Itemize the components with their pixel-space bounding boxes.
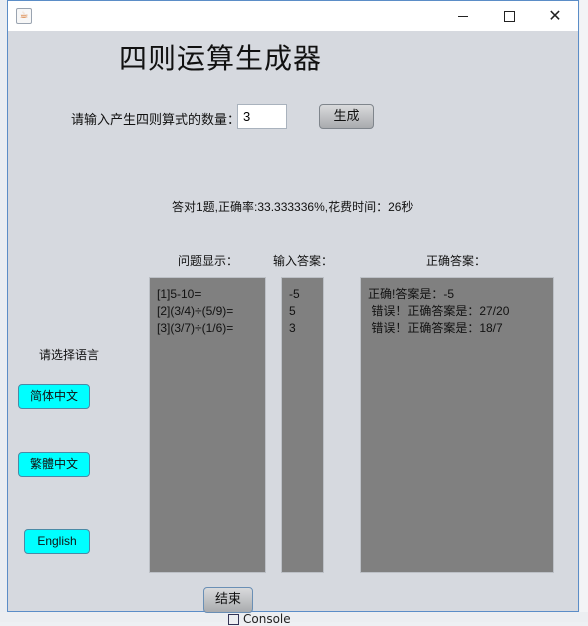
questions-label: 问题显示： — [178, 254, 239, 268]
java-cup-icon: ☕ — [16, 8, 32, 24]
correct-item: 错误！正确答案是：27/20 — [368, 304, 510, 318]
maximize-button[interactable] — [486, 1, 532, 31]
close-icon: ✕ — [548, 6, 562, 25]
count-prompt-label: 请输入产生四则算式的数量： — [71, 113, 241, 128]
maximize-icon — [503, 11, 515, 22]
simplified-chinese-button[interactable]: 简体中文 — [18, 384, 90, 409]
question-item: [1]5-10= — [157, 287, 202, 301]
minimize-icon — [458, 16, 468, 17]
correct-item: 正确!答案是：-5 — [368, 287, 455, 301]
correct-item: 错误！正确答案是：18/7 — [368, 321, 503, 335]
generate-button[interactable]: 生成 — [319, 104, 374, 129]
correct-answers-label: 正确答案： — [426, 254, 487, 268]
page-title: 四则运算生成器 — [119, 42, 323, 75]
answer-item: -5 — [289, 287, 300, 301]
background-ide-right — [580, 0, 588, 622]
minimize-button[interactable] — [440, 1, 486, 31]
answers-input-area[interactable]: -5 5 3 — [281, 277, 324, 573]
answer-item: 5 — [289, 304, 296, 318]
console-icon — [228, 614, 239, 625]
background-console-tab[interactable]: Console — [228, 612, 291, 626]
traditional-chinese-button[interactable]: 繁體中文 — [18, 452, 90, 477]
background-ide-bottom — [0, 612, 588, 622]
language-label: 请选择语言 — [39, 348, 100, 362]
answers-label: 输入答案： — [273, 254, 334, 268]
end-button[interactable]: 结束 — [203, 587, 253, 613]
english-button[interactable]: English — [24, 529, 90, 554]
count-input[interactable] — [237, 104, 287, 129]
question-item: [2](3/4)÷(5/9)= — [157, 304, 234, 318]
result-summary: 答对1题,正确率:33.333336%,花费时间：26秒 — [172, 200, 414, 214]
correct-answers-panel: 正确!答案是：-5 错误！正确答案是：27/20 错误！正确答案是：18/7 — [360, 277, 554, 573]
app-window: ☕ ✕ 四则运算生成器 请输入产生四则算式的数量： 生成 答对1题,正确率:33… — [7, 0, 579, 613]
question-item: [3](3/7)÷(1/6)= — [157, 321, 234, 335]
questions-panel: [1]5-10= [2](3/4)÷(5/9)= [3](3/7)÷(1/6)= — [149, 277, 266, 573]
console-tab-label: Console — [243, 612, 291, 626]
answer-item: 3 — [289, 321, 296, 335]
close-button[interactable]: ✕ — [532, 1, 578, 31]
title-bar[interactable]: ☕ ✕ — [8, 1, 578, 31]
